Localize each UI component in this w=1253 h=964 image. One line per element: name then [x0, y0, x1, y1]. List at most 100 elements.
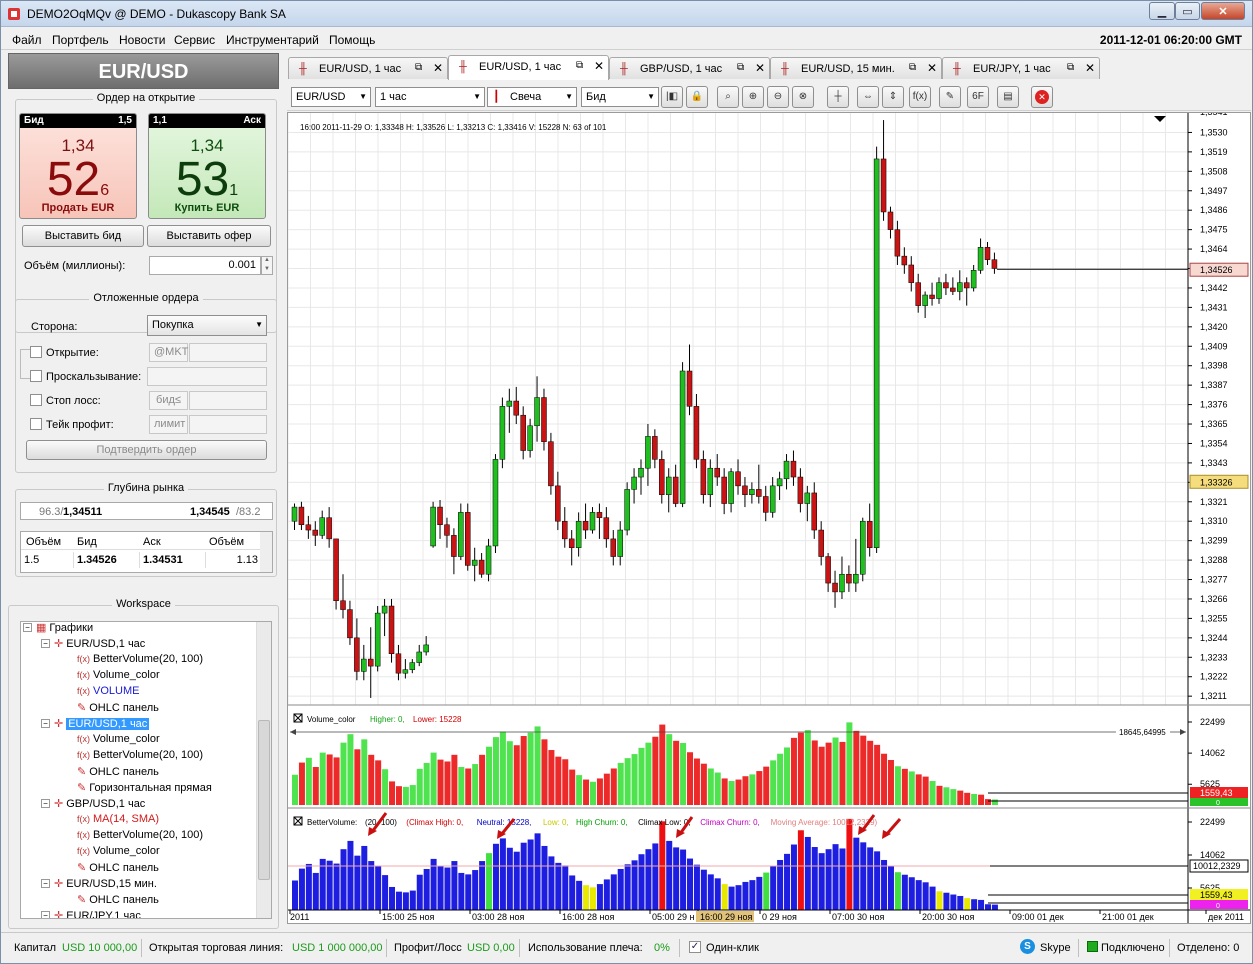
tree-item[interactable]: f(x) Volume_color — [77, 669, 160, 681]
tree-item[interactable]: f(x) BetterVolume(20, 100) — [77, 653, 203, 665]
menu-tools[interactable]: Инструментарий — [226, 33, 319, 47]
tree-item[interactable]: ✎ OHLC панель — [77, 861, 159, 874]
skype-icon[interactable]: S — [1020, 939, 1035, 954]
popout-icon[interactable]: ⧉ — [576, 60, 583, 71]
collapse-icon[interactable]: − — [23, 623, 32, 632]
drawing-icon: ✎ — [77, 862, 87, 874]
tree-item[interactable]: − ▦ Графики — [23, 622, 93, 634]
tab-chart-3[interactable]: ╫ EUR/USD, 15 мин. ⧉ ✕ — [770, 57, 942, 79]
tree-item[interactable]: ✎ OHLC панель — [77, 765, 159, 778]
tree-item[interactable]: ✎ OHLC панель — [77, 893, 159, 906]
collapse-icon[interactable]: − — [41, 719, 50, 728]
tree-item[interactable]: f(x) BetterVolume(20, 100) — [77, 829, 203, 841]
depth-scrollbar[interactable] — [260, 532, 272, 572]
close-tab-icon[interactable]: ✕ — [755, 61, 765, 75]
chart-area[interactable]: 1,3530 1,3519 1,3508 1,3497 1,3486 1,3475 1,34… — [287, 107, 1251, 924]
collapse-icon[interactable]: − — [41, 639, 50, 648]
close-tab-icon[interactable]: ✕ — [433, 61, 443, 75]
tree-item[interactable]: f(x) VOLUME — [77, 685, 139, 697]
confirm-order-button[interactable]: Подтвердить ордер — [26, 440, 267, 460]
volume-bar — [472, 764, 479, 805]
vertical-scale-button[interactable]: ⇕ — [882, 86, 904, 108]
zoom-fit-button[interactable]: ⊗ — [792, 86, 814, 108]
tree-item[interactable]: f(x) Volume_color — [77, 845, 160, 857]
menu-help[interactable]: Помощь — [329, 33, 375, 47]
stop-button[interactable]: ✕ — [1031, 86, 1053, 108]
place-bid-button[interactable]: Выставить бид — [22, 225, 144, 247]
close-tab-icon[interactable]: ✕ — [594, 59, 604, 73]
menu-service[interactable]: Сервис — [174, 33, 215, 47]
open-price-input[interactable] — [189, 343, 267, 362]
shift-chart-button[interactable]: ⇔ — [857, 86, 879, 108]
menu-portfolio[interactable]: Портфель — [52, 33, 109, 47]
tree-item[interactable]: − ✛ EUR/USD,1 час — [41, 717, 150, 730]
slippage-checkbox[interactable] — [30, 370, 42, 382]
save-template-button[interactable]: ▤ — [997, 86, 1019, 108]
drawings-button[interactable]: ✎ — [939, 86, 961, 108]
candle-body — [562, 520, 568, 540]
close-button[interactable]: ✕ — [1201, 2, 1245, 20]
side-select[interactable]: Покупка — [147, 315, 267, 336]
zoom-in-button[interactable]: ⊕ — [742, 86, 764, 108]
ask-quote[interactable]: 1,1 Аск 1,34 531 Купить EUR — [148, 113, 266, 219]
tree-item[interactable]: ✎ OHLC панель — [77, 701, 159, 714]
period-select[interactable]: 1 час — [375, 87, 485, 107]
volume-spinner[interactable] — [261, 256, 273, 275]
fibonacci-button[interactable]: 6F — [967, 86, 989, 108]
tab-chart-2[interactable]: ╫ GBP/USD, 1 час ⧉ ✕ — [609, 57, 770, 79]
lock-button[interactable]: 🔒 — [686, 86, 708, 108]
better-volume-bar — [991, 904, 998, 910]
zoom-out-button[interactable]: ⊖ — [767, 86, 789, 108]
bid-quote[interactable]: Бид 1,5 1,34 526 Продать EUR — [19, 113, 137, 219]
crosshair-button[interactable]: ┼ — [827, 86, 849, 108]
takeprofit-checkbox[interactable] — [30, 418, 42, 430]
takeprofit-input[interactable] — [189, 415, 267, 434]
depth-row[interactable]: 1.5 1.34526 1.34531 1.13 — [21, 552, 261, 568]
collapse-icon[interactable]: − — [41, 799, 50, 808]
tree-item[interactable]: − ✛ EUR/USD,15 мин. — [41, 877, 157, 890]
indicators-button[interactable]: f(x) — [909, 86, 931, 108]
price-side-select[interactable]: Бид — [581, 87, 659, 107]
tree-item[interactable]: − ✛ EUR/USD,1 час — [41, 637, 145, 650]
menu-file[interactable]: Файл — [12, 33, 42, 47]
popout-icon[interactable]: ⧉ — [1067, 62, 1074, 73]
tab-chart-0[interactable]: ╫ EUR/USD, 1 час ⧉ ✕ — [288, 57, 448, 79]
place-offer-button[interactable]: Выставить офер — [147, 225, 271, 247]
minimize-button[interactable]: ▁ — [1149, 2, 1175, 20]
close-tab-icon[interactable]: ✕ — [1085, 61, 1095, 75]
instrument-select[interactable]: EUR/USD — [291, 87, 371, 107]
tree-scroll-thumb[interactable] — [258, 720, 270, 880]
close-tab-icon[interactable]: ✕ — [927, 61, 937, 75]
period-nav-button[interactable]: |◧ — [661, 86, 683, 108]
tree-item[interactable]: − ✛ EUR/JPY,1 час — [41, 909, 141, 918]
volume-input[interactable]: 0.001 — [149, 256, 261, 275]
slippage-input[interactable] — [147, 367, 267, 386]
popout-icon[interactable]: ⧉ — [415, 62, 422, 73]
tab-chart-4[interactable]: ╫ EUR/JPY, 1 час ⧉ ✕ — [942, 57, 1100, 79]
tree-item[interactable]: − ✛ GBP/USD,1 час — [41, 797, 145, 810]
popout-icon[interactable]: ⧉ — [737, 62, 744, 73]
chart-type-select[interactable]: ┃ Свеча — [487, 87, 577, 107]
tree-item[interactable]: f(x) BetterVolume(20, 100) — [77, 749, 203, 761]
menu-news[interactable]: Новости — [119, 33, 165, 47]
stoploss-checkbox[interactable] — [30, 394, 42, 406]
tree-item[interactable]: ✎ Горизонтальная прямая — [77, 781, 212, 794]
tree-scrollbar[interactable] — [256, 622, 271, 918]
stoploss-input[interactable] — [189, 391, 267, 410]
candle-body — [506, 400, 513, 407]
stoploss-tag[interactable]: бид≤ — [149, 391, 188, 410]
oneclick-checkbox[interactable]: ✓ — [689, 941, 701, 953]
open-tag[interactable]: @MKT — [149, 343, 188, 362]
collapse-icon[interactable]: − — [41, 879, 50, 888]
takeprofit-tag[interactable]: лимит — [149, 415, 188, 434]
zoom-button[interactable]: ⌕ — [717, 86, 739, 108]
tab-chart-1[interactable]: ╫ EUR/USD, 1 час ⧉ ✕ — [448, 55, 609, 80]
open-checkbox[interactable] — [30, 346, 42, 358]
maximize-button[interactable]: ▭ — [1175, 2, 1200, 20]
chart-svg[interactable]: 1,3530 1,3519 1,3508 1,3497 1,3486 1,3475 1,34… — [287, 107, 1250, 923]
skype-label[interactable]: Skype — [1040, 942, 1071, 954]
popout-icon[interactable]: ⧉ — [909, 62, 916, 73]
collapse-icon[interactable]: − — [41, 911, 50, 918]
tree-item[interactable]: f(x) MA(14, SMA) — [77, 813, 159, 825]
tree-item[interactable]: f(x) Volume_color — [77, 733, 160, 745]
